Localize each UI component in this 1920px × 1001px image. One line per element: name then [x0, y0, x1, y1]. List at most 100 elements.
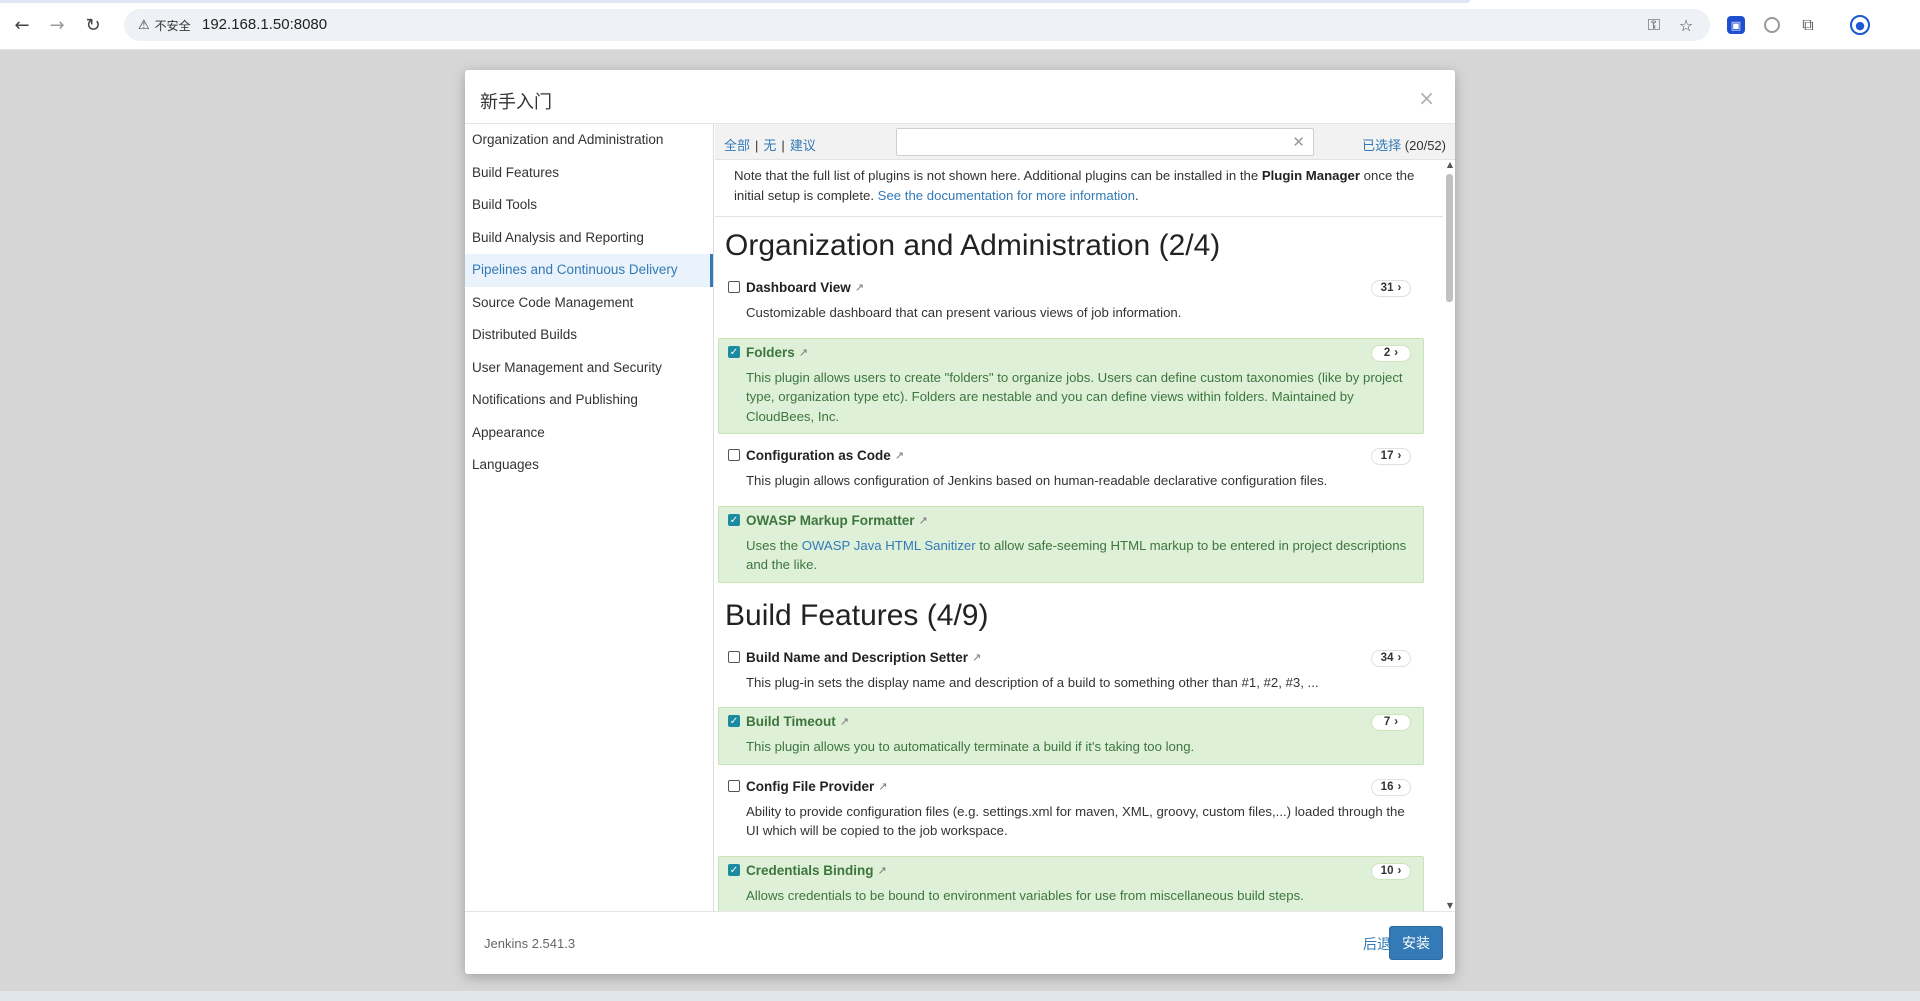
- scroll-down-icon[interactable]: ▼: [1447, 901, 1453, 910]
- selected-link[interactable]: 已选择: [1362, 138, 1401, 153]
- dependency-badge[interactable]: 10 ›: [1371, 862, 1411, 880]
- plugin-item[interactable]: ✓ Folders ↗ 2 › This plugin allows users to c…: [718, 337, 1424, 434]
- checkbox-checked[interactable]: ✓: [728, 715, 740, 727]
- plugin-name[interactable]: Folders: [746, 344, 795, 362]
- dependency-badge[interactable]: 16 ›: [1371, 778, 1411, 796]
- plugin-title[interactable]: Build Timeout ↗: [746, 713, 849, 731]
- select-suggested-link[interactable]: 建议: [790, 138, 816, 153]
- plugin-list-scroll[interactable]: Note that the full list of plugins is no…: [715, 160, 1455, 911]
- back-button[interactable]: 后退: [1363, 934, 1391, 954]
- bitwarden-extension-icon[interactable]: ▣: [1727, 16, 1745, 34]
- scrollbar[interactable]: ▲ ▼: [1443, 160, 1455, 911]
- dependency-badge[interactable]: 31 ›: [1371, 280, 1411, 297]
- select-none-link[interactable]: 无: [763, 138, 776, 153]
- info-note: Note that the full list of plugins is no…: [715, 160, 1443, 217]
- plugin-title[interactable]: Dashboard View ↗: [746, 279, 864, 297]
- dialog-header: 新手入门 ×: [465, 70, 1455, 124]
- circle-extension-icon[interactable]: [1764, 17, 1780, 33]
- external-link-icon[interactable]: ↗: [895, 447, 904, 465]
- star-icon[interactable]: ☆: [1676, 15, 1696, 35]
- plugin-title[interactable]: Config File Provider ↗: [746, 778, 887, 796]
- plugin-description: This plugin allows users to create "fold…: [746, 369, 1403, 424]
- external-link-icon[interactable]: ↗: [878, 778, 887, 796]
- plugin-name[interactable]: Credentials Binding: [746, 862, 874, 880]
- plugin-name[interactable]: OWASP Markup Formatter: [746, 512, 915, 530]
- plugin-search-input[interactable]: [897, 129, 1277, 155]
- key-icon[interactable]: ⚿: [1644, 15, 1664, 35]
- external-link-icon[interactable]: ↗: [972, 649, 981, 667]
- plugin-item[interactable]: Dashboard View ↗ 31 › Customizable dashboard…: [718, 273, 1424, 331]
- plugin-manager-label: Plugin Manager: [1261, 168, 1361, 183]
- sidebar-item[interactable]: Languages: [465, 449, 713, 482]
- sidebar-item[interactable]: Appearance: [465, 417, 713, 450]
- forward-icon[interactable]: →: [45, 13, 69, 37]
- note-end: .: [1134, 188, 1139, 203]
- checkbox-unchecked[interactable]: [728, 779, 740, 792]
- plugin-title[interactable]: Credentials Binding ↗: [746, 862, 887, 880]
- dependency-badge[interactable]: 34 ›: [1371, 649, 1411, 667]
- sidebar-item[interactable]: Organization and Administration: [465, 124, 713, 157]
- plugin-name[interactable]: Build Name and Description Setter: [746, 649, 968, 667]
- url-text[interactable]: 192.168.1.50:8080: [202, 16, 327, 33]
- dialog-footer: Jenkins 2.541.3 后退 安装: [465, 911, 1455, 974]
- dependency-badge[interactable]: 17 ›: [1371, 448, 1411, 465]
- plugin-title[interactable]: OWASP Markup Formatter ↗: [746, 512, 928, 530]
- checkbox-checked[interactable]: ✓: [728, 513, 740, 526]
- sidebar-item[interactable]: Distributed Builds: [465, 319, 713, 352]
- external-link-icon[interactable]: ↗: [919, 512, 928, 530]
- description-link[interactable]: OWASP Java HTML Sanitizer: [802, 538, 976, 553]
- checkbox-unchecked[interactable]: [728, 281, 740, 293]
- documentation-link[interactable]: See the documentation for more informati…: [878, 188, 1135, 203]
- checkbox-unchecked[interactable]: [728, 650, 740, 663]
- bottom-strip: [0, 991, 1920, 1001]
- plugin-name[interactable]: Build Timeout: [746, 713, 836, 731]
- sidebar-item[interactable]: Build Tools: [465, 189, 713, 222]
- sidebar-item[interactable]: User Management and Security: [465, 352, 713, 385]
- plugin-item[interactable]: ✓ Build Timeout ↗ 7 › This plugin allows you …: [718, 707, 1424, 765]
- selected-count-value: (20/52): [1404, 138, 1446, 153]
- external-link-icon[interactable]: ↗: [855, 279, 864, 297]
- plugin-name[interactable]: Configuration as Code: [746, 447, 891, 465]
- sidebar-item[interactable]: Source Code Management: [465, 287, 713, 320]
- note-text: Note that the full list of plugins is no…: [734, 168, 1262, 183]
- close-icon[interactable]: ×: [1418, 86, 1435, 110]
- plugin-name[interactable]: Dashboard View: [746, 279, 851, 297]
- plugin-item[interactable]: ✓ OWASP Markup Formatter ↗ Uses the OWASP J…: [718, 505, 1424, 583]
- dependency-badge[interactable]: 2 ›: [1371, 344, 1411, 362]
- plugin-title[interactable]: Configuration as Code ↗: [746, 447, 904, 465]
- select-all-link[interactable]: 全部: [724, 138, 750, 153]
- checkbox-checked[interactable]: ✓: [728, 863, 740, 876]
- external-link-icon[interactable]: ↗: [840, 713, 849, 731]
- plugin-item[interactable]: Config File Provider ↗ 16 › Ability to provi…: [718, 772, 1424, 849]
- address-bar[interactable]: ⚠ 不安全 192.168.1.50:8080 ⚿ ☆: [124, 9, 1710, 41]
- sidebar-item[interactable]: Pipelines and Continuous Delivery: [465, 254, 713, 287]
- browser-toolbar: ← → ↻ ⚠ 不安全 192.168.1.50:8080 ⚿ ☆ ▣ ⧉ ●: [0, 0, 1920, 50]
- puzzle-icon[interactable]: ⧉: [1797, 14, 1819, 36]
- sidebar-item[interactable]: Build Features: [465, 157, 713, 190]
- scroll-thumb[interactable]: [1446, 174, 1453, 302]
- reload-icon[interactable]: ↻: [81, 13, 105, 37]
- sidebar-item[interactable]: Build Analysis and Reporting: [465, 222, 713, 255]
- security-label: 不安全: [154, 18, 191, 33]
- plugin-title[interactable]: Build Name and Description Setter ↗: [746, 649, 981, 667]
- install-button[interactable]: 安装: [1389, 926, 1443, 960]
- plugin-description: This plugin allows you to automatically …: [746, 739, 1195, 754]
- external-link-icon[interactable]: ↗: [799, 344, 808, 362]
- plugin-item[interactable]: Configuration as Code ↗ 17 › This plugin all…: [718, 441, 1424, 499]
- category-sidebar: Organization and Administration Build Fea…: [465, 124, 714, 911]
- checkbox-checked[interactable]: ✓: [728, 345, 740, 358]
- plugin-item[interactable]: ✓ Credentials Binding ↗ 10 › Allows credentia…: [718, 855, 1424, 911]
- sidebar-item[interactable]: Notifications and Publishing: [465, 384, 713, 417]
- plugin-description: Uses the OWASP Java HTML Sanitizer to al…: [746, 536, 1411, 575]
- security-chip[interactable]: ⚠ 不安全: [130, 14, 199, 36]
- checkbox-unchecked[interactable]: [728, 449, 740, 461]
- clear-search-icon[interactable]: ✕: [1292, 133, 1305, 151]
- plugin-title[interactable]: Folders ↗: [746, 344, 808, 362]
- scroll-up-icon[interactable]: ▲: [1447, 160, 1453, 169]
- profile-icon[interactable]: ●: [1850, 15, 1870, 35]
- external-link-icon[interactable]: ↗: [878, 862, 887, 880]
- back-icon[interactable]: ←: [10, 13, 34, 37]
- plugin-item[interactable]: Build Name and Description Setter ↗ 34 › Thi…: [718, 643, 1424, 701]
- plugin-name[interactable]: Config File Provider: [746, 778, 874, 796]
- dependency-badge[interactable]: 7 ›: [1371, 714, 1411, 731]
